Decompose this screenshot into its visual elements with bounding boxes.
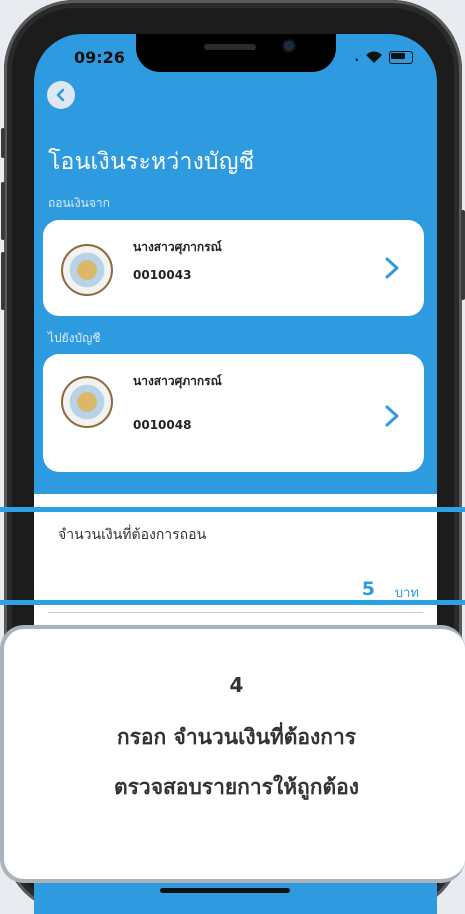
side-button [1, 128, 5, 158]
amount-label: จำนวนเงินที่ต้องการถอน [58, 527, 207, 543]
volume-up-button [1, 182, 5, 240]
chevron-left-icon [56, 88, 65, 102]
instruction-callout: 4 กรอก จำนวนเงินที่ต้องการ ตรวจสอบรายการ… [0, 625, 465, 883]
from-account-card[interactable]: นางสาวศุภากรณ์ 0010043 [43, 220, 424, 316]
amount-underline [48, 612, 423, 613]
highlight-line-bottom [0, 600, 465, 605]
speaker [204, 44, 256, 50]
from-account-number: 0010043 [133, 268, 192, 282]
chevron-right-icon [385, 257, 399, 279]
coop-logo-icon [61, 244, 113, 296]
callout-step-number: 4 [229, 673, 244, 697]
to-section-label: ไปยังบัญชี [48, 331, 101, 345]
to-account-name: นางสาวศุภากรณ์ [133, 374, 222, 388]
callout-line-1: กรอก จำนวนเงินที่ต้องการ [116, 725, 357, 749]
back-button[interactable] [47, 81, 75, 109]
camera [284, 41, 294, 51]
power-button [461, 210, 465, 300]
coop-logo-icon [61, 376, 113, 428]
highlight-line-top [0, 507, 465, 512]
from-account-name: นางสาวศุภากรณ์ [133, 240, 222, 254]
home-indicator [160, 888, 290, 893]
battery-icon [389, 50, 413, 64]
amount-input[interactable]: 5 [362, 578, 375, 600]
from-section-label: ถอนเงินจาก [48, 196, 110, 210]
chevron-right-icon [385, 405, 399, 427]
volume-down-button [1, 252, 5, 310]
notch [136, 34, 336, 72]
signal-icon: . [354, 50, 359, 64]
wifi-icon [365, 51, 383, 64]
page-title: โอนเงินระหว่างบัญชี [48, 149, 255, 175]
callout-line-2: ตรวจสอบรายการให้ถูกต้อง [114, 775, 359, 799]
status-time: 09:26 [74, 48, 125, 67]
to-account-card[interactable]: นางสาวศุภากรณ์ 0010048 [43, 354, 424, 472]
status-icons: . [354, 50, 413, 64]
to-account-number: 0010048 [133, 418, 192, 432]
